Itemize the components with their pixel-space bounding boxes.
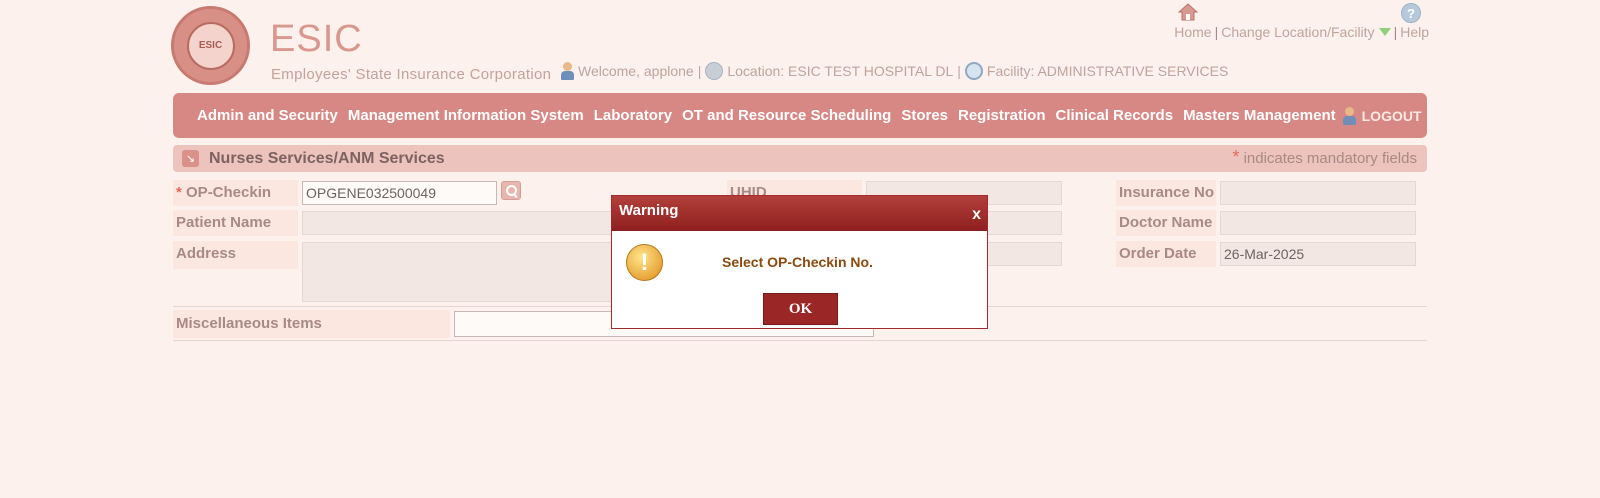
help-link[interactable]: Help: [1400, 24, 1429, 40]
required-star: *: [1232, 147, 1240, 167]
link-separator: |: [1214, 24, 1219, 40]
top-links: Home | Change Location/Facility | Help: [1174, 24, 1429, 40]
insurance-no-label: Insurance No: [1116, 180, 1216, 206]
misc-items-label: Miscellaneous Items: [173, 310, 450, 338]
doctor-name-label: Doctor Name: [1116, 210, 1216, 236]
menu-item-mis[interactable]: Management Information System: [348, 107, 584, 124]
home-link[interactable]: Home: [1174, 24, 1211, 40]
link-separator: |: [1393, 24, 1398, 40]
order-date-field: 26-Mar-2025: [1220, 242, 1416, 266]
location-text: Location: ESIC TEST HOSPITAL DL: [727, 63, 954, 79]
doctor-name-field: [1220, 211, 1416, 235]
insurance-no-field: [1220, 181, 1416, 205]
info-separator: |: [957, 63, 961, 79]
order-date-label: Order Date: [1116, 241, 1216, 267]
address-label: Address: [173, 241, 298, 269]
arrow-icon: ↘: [182, 150, 199, 167]
globe-icon: [705, 62, 724, 80]
menu-item-stores[interactable]: Stores: [901, 107, 948, 124]
user-icon: [560, 62, 574, 80]
search-icon[interactable]: [501, 181, 521, 200]
session-info: Welcome, applone | Location: ESIC TEST H…: [560, 62, 1228, 80]
logo-emblem: ESIC: [186, 21, 235, 70]
home-icon[interactable]: [1178, 3, 1198, 21]
user-icon: [1342, 106, 1356, 125]
logout-button[interactable]: LOGOUT: [1342, 106, 1422, 125]
section-header: ↘ Nurses Services/ANM Services * indicat…: [173, 145, 1427, 172]
change-location-link[interactable]: Change Location/Facility: [1221, 24, 1374, 40]
menu-item-ot-scheduling[interactable]: OT and Resource Scheduling: [682, 107, 891, 124]
main-menu: Admin and Security Management Informatio…: [173, 93, 1427, 138]
op-checkin-label: * OP-Checkin No.: [173, 180, 298, 227]
close-icon[interactable]: x: [972, 200, 981, 230]
patient-name-label: Patient Name: [173, 210, 298, 236]
menu-item-masters-management[interactable]: Masters Management: [1183, 107, 1336, 124]
section-title: Nurses Services/ANM Services: [209, 149, 445, 167]
divider: [173, 340, 1427, 341]
dialog-header: Warning x: [612, 196, 987, 231]
required-star: *: [176, 184, 182, 201]
welcome-text: Welcome, applone: [578, 63, 694, 79]
address-field: [302, 242, 622, 302]
logout-label: LOGOUT: [1361, 107, 1422, 124]
brand-name: ESIC: [270, 18, 363, 60]
menu-item-laboratory[interactable]: Laboratory: [594, 107, 672, 124]
brand-subtitle: Employees' State Insurance Corporation: [271, 66, 552, 83]
ok-button[interactable]: OK: [763, 293, 838, 325]
menu-item-clinical-records[interactable]: Clinical Records: [1056, 107, 1174, 124]
dialog-title: Warning: [619, 202, 679, 219]
menu-item-registration[interactable]: Registration: [958, 107, 1046, 124]
mandatory-note: * indicates mandatory fields: [1232, 147, 1417, 168]
info-separator: |: [697, 63, 702, 79]
menu-item-admin-security[interactable]: Admin and Security: [197, 107, 338, 124]
facility-text: Facility: ADMINISTRATIVE SERVICES: [986, 63, 1229, 79]
down-arrow-icon[interactable]: [1378, 28, 1391, 36]
op-checkin-input[interactable]: OPGENE032500049: [302, 181, 497, 205]
dialog-message: Select OP-Checkin No.: [722, 254, 873, 270]
clock-icon: [964, 62, 983, 80]
esic-logo: ESIC: [171, 6, 250, 85]
mandatory-text: indicates mandatory fields: [1243, 150, 1417, 167]
help-icon[interactable]: ?: [1401, 3, 1421, 23]
warning-dialog: Warning x ! Select OP-Checkin No. OK: [611, 195, 988, 329]
patient-name-field: [302, 211, 622, 235]
warning-icon: !: [626, 244, 663, 281]
